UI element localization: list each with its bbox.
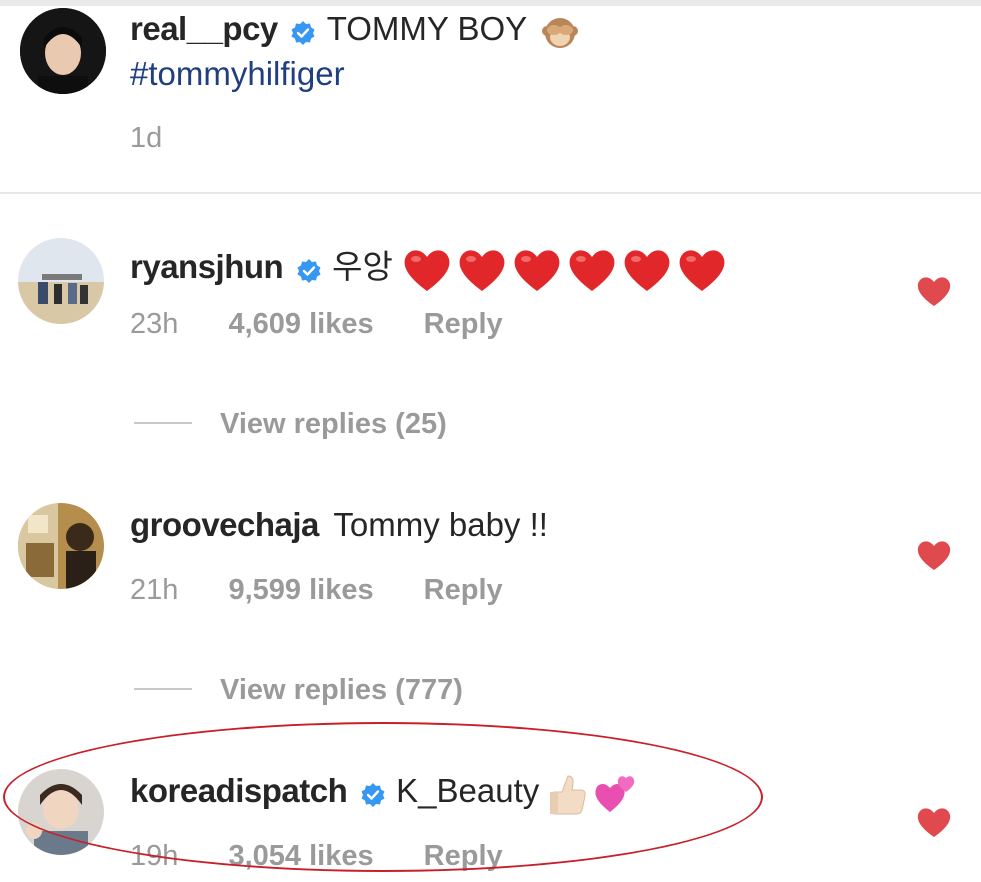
like-heart-icon[interactable] [916, 275, 952, 307]
red-heart-icon [404, 250, 450, 291]
comment-groovechaja-line: groovechaja Tommy baby !! [130, 506, 548, 544]
view-replies-button[interactable]: View replies (25) [134, 408, 447, 441]
avatar-ryansjhun[interactable] [18, 238, 104, 324]
avatar-groovechaja[interactable] [18, 503, 104, 589]
annotation-oval [3, 722, 763, 872]
red-heart-icon [514, 250, 560, 291]
divider [0, 192, 981, 194]
comment-username[interactable]: ryansjhun [130, 248, 284, 285]
comment-meta: 21h 9,599 likes Reply [130, 574, 545, 607]
red-heart-icon [459, 250, 505, 291]
comment-username[interactable]: groovechaja [130, 506, 319, 543]
caption-line: real__pcy TOMMY BOY [130, 10, 578, 54]
caption-username[interactable]: real__pcy [130, 10, 278, 47]
verified-badge-icon [297, 258, 321, 283]
see-no-evil-monkey-icon [541, 17, 578, 48]
comment-likes[interactable]: 4,609 likes [228, 308, 373, 340]
reply-button[interactable]: Reply [424, 574, 503, 606]
caption-text: TOMMY BOY [326, 10, 528, 47]
caption-timestamp: 1d [130, 122, 163, 154]
view-replies-button[interactable]: View replies (777) [134, 674, 463, 707]
red-heart-icon-group [397, 250, 727, 291]
comment-ryansjhun-line: ryansjhun 우앙 [130, 240, 727, 297]
red-heart-icon [624, 250, 670, 291]
avatar-real-pcy[interactable] [20, 8, 106, 94]
cropped-top-strip [0, 0, 981, 6]
replies-line [134, 422, 192, 425]
reply-button[interactable]: Reply [424, 308, 503, 340]
comment-time: 21h [130, 574, 179, 606]
comment-meta: 23h 4,609 likes Reply [130, 308, 545, 341]
view-replies-label: View replies (777) [220, 674, 463, 706]
comment-text: 우앙 [332, 248, 393, 285]
comment-time: 23h [130, 308, 179, 340]
caption-hashtag[interactable]: #tommyhilfiger [130, 55, 345, 93]
comment-likes[interactable]: 9,599 likes [228, 574, 373, 606]
like-heart-icon[interactable] [916, 806, 952, 838]
red-heart-icon [679, 250, 725, 291]
replies-line [134, 688, 192, 691]
view-replies-label: View replies (25) [220, 408, 447, 440]
verified-badge-icon [291, 20, 315, 45]
comment-text: Tommy baby !! [333, 506, 548, 543]
red-heart-icon [569, 250, 615, 291]
caption-time: 1d [130, 122, 204, 155]
like-heart-icon[interactable] [916, 539, 952, 571]
